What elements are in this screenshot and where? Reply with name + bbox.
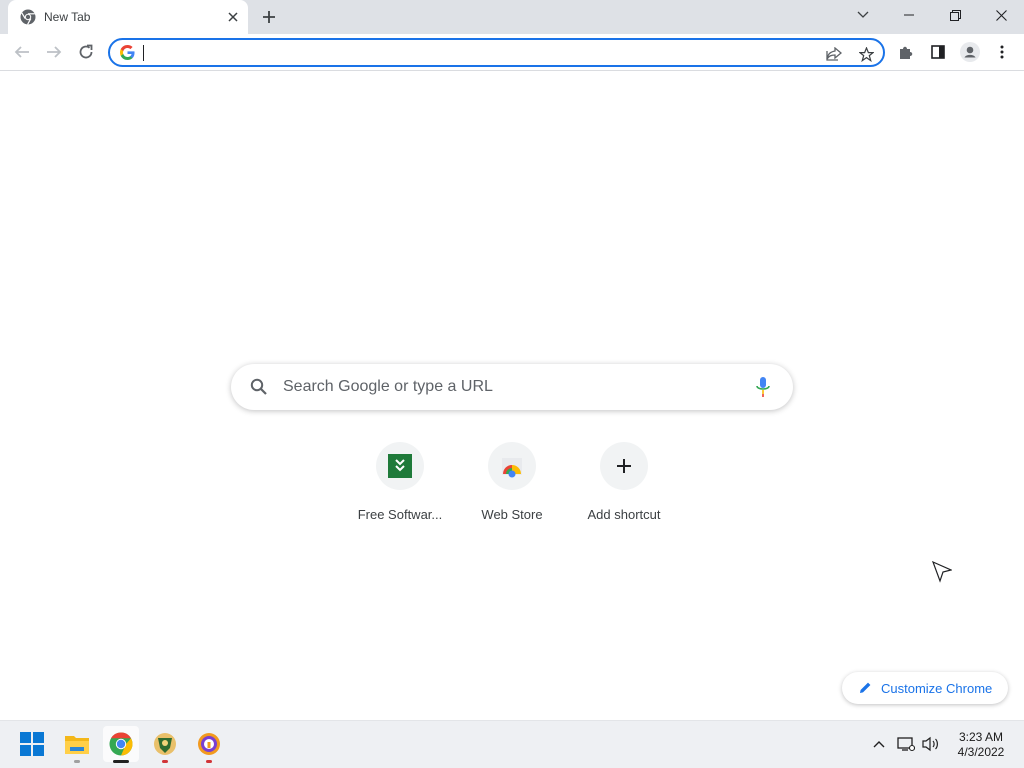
restore-icon bbox=[949, 9, 961, 21]
shortcut-label: Add shortcut bbox=[587, 507, 661, 522]
clock-date: 4/3/2022 bbox=[957, 745, 1005, 759]
side-panel-icon bbox=[931, 45, 945, 59]
forward-button[interactable] bbox=[40, 38, 68, 66]
puzzle-piece-icon bbox=[900, 46, 913, 59]
shortcut-tile bbox=[488, 442, 536, 490]
shortcut-tile bbox=[600, 442, 648, 490]
browser-toolbar bbox=[0, 34, 1024, 71]
chrome-icon bbox=[20, 9, 36, 25]
running-indicator bbox=[74, 760, 80, 763]
shortcut-label: Free Softwar... bbox=[357, 507, 443, 522]
customize-chrome-label: Customize Chrome bbox=[881, 681, 993, 696]
taskbar-app-badge-green[interactable] bbox=[147, 726, 183, 763]
microphone-icon[interactable] bbox=[753, 376, 773, 398]
shortcut-label: Web Store bbox=[481, 507, 543, 522]
arrow-left-icon bbox=[14, 46, 29, 58]
address-bar[interactable] bbox=[108, 38, 885, 67]
taskbar-app-badge-orange[interactable] bbox=[191, 726, 227, 763]
side-panel-button[interactable] bbox=[924, 38, 952, 66]
show-hidden-icons-button[interactable] bbox=[870, 735, 888, 753]
extensions-button[interactable] bbox=[892, 38, 920, 66]
taskbar-file-explorer[interactable] bbox=[59, 726, 95, 763]
free-software-icon bbox=[388, 454, 412, 478]
close-icon bbox=[228, 12, 238, 22]
menu-button[interactable] bbox=[988, 38, 1016, 66]
active-indicator bbox=[113, 760, 129, 763]
restore-button[interactable] bbox=[932, 0, 978, 30]
minimize-button[interactable] bbox=[886, 0, 932, 30]
clock-time: 3:23 AM bbox=[958, 730, 1004, 744]
tab-search-button[interactable] bbox=[840, 0, 886, 30]
share-button[interactable] bbox=[823, 43, 845, 65]
google-g-icon bbox=[120, 45, 135, 60]
running-indicator bbox=[206, 760, 212, 763]
profile-button[interactable] bbox=[956, 38, 984, 66]
web-store-icon bbox=[502, 458, 522, 478]
address-input[interactable] bbox=[142, 43, 782, 63]
shortcut-tile bbox=[376, 442, 424, 490]
close-tab-button[interactable] bbox=[224, 8, 242, 26]
taskbar-chrome[interactable] bbox=[103, 726, 139, 763]
speaker-icon bbox=[922, 736, 938, 752]
chrome-icon bbox=[109, 732, 133, 756]
windows-logo-icon bbox=[20, 732, 44, 756]
chevron-down-icon bbox=[857, 11, 869, 18]
arrow-right-icon bbox=[47, 46, 62, 58]
new-tab-button[interactable] bbox=[256, 6, 282, 28]
search-placeholder: Search Google or type a URL bbox=[283, 378, 493, 395]
close-icon bbox=[995, 9, 1007, 21]
back-button[interactable] bbox=[8, 38, 36, 66]
star-icon bbox=[858, 46, 874, 62]
shortcut-free-software[interactable]: Free Softwar... bbox=[344, 442, 456, 532]
pencil-icon bbox=[860, 682, 871, 693]
mouse-cursor-icon bbox=[932, 561, 952, 583]
text-caret bbox=[143, 45, 144, 61]
tab-new-tab[interactable]: New Tab bbox=[8, 0, 248, 34]
chevron-up-icon bbox=[873, 741, 885, 748]
share-icon bbox=[826, 47, 842, 61]
shield-badge-icon bbox=[154, 733, 176, 755]
reload-button[interactable] bbox=[72, 38, 100, 66]
avatar-icon bbox=[960, 42, 980, 62]
reload-icon bbox=[79, 44, 93, 59]
plus-icon bbox=[263, 11, 275, 23]
plus-icon bbox=[617, 459, 631, 473]
close-window-button[interactable] bbox=[978, 0, 1024, 30]
volume-button[interactable] bbox=[922, 735, 940, 753]
network-button[interactable] bbox=[897, 735, 915, 753]
bookmark-button[interactable] bbox=[855, 43, 877, 65]
taskbar-clock[interactable]: 3:23 AM 4/3/2022 bbox=[948, 730, 1014, 760]
search-icon bbox=[250, 378, 267, 395]
shortcut-web-store[interactable]: Web Store bbox=[456, 442, 568, 532]
customize-chrome-button[interactable]: Customize Chrome bbox=[842, 672, 1008, 704]
folder-icon bbox=[65, 736, 89, 754]
minimize-icon bbox=[904, 14, 914, 16]
shortcut-add[interactable]: Add shortcut bbox=[568, 442, 680, 532]
running-indicator bbox=[162, 760, 168, 763]
tab-strip: New Tab bbox=[0, 0, 1024, 34]
more-vert-icon bbox=[1000, 45, 1004, 59]
lock-badge-icon bbox=[198, 733, 220, 755]
tab-title: New Tab bbox=[44, 10, 91, 24]
taskbar: 3:23 AM 4/3/2022 bbox=[0, 720, 1024, 768]
start-button[interactable] bbox=[14, 726, 50, 762]
network-icon bbox=[897, 737, 915, 752]
ntp-search-box[interactable]: Search Google or type a URL bbox=[231, 364, 793, 410]
